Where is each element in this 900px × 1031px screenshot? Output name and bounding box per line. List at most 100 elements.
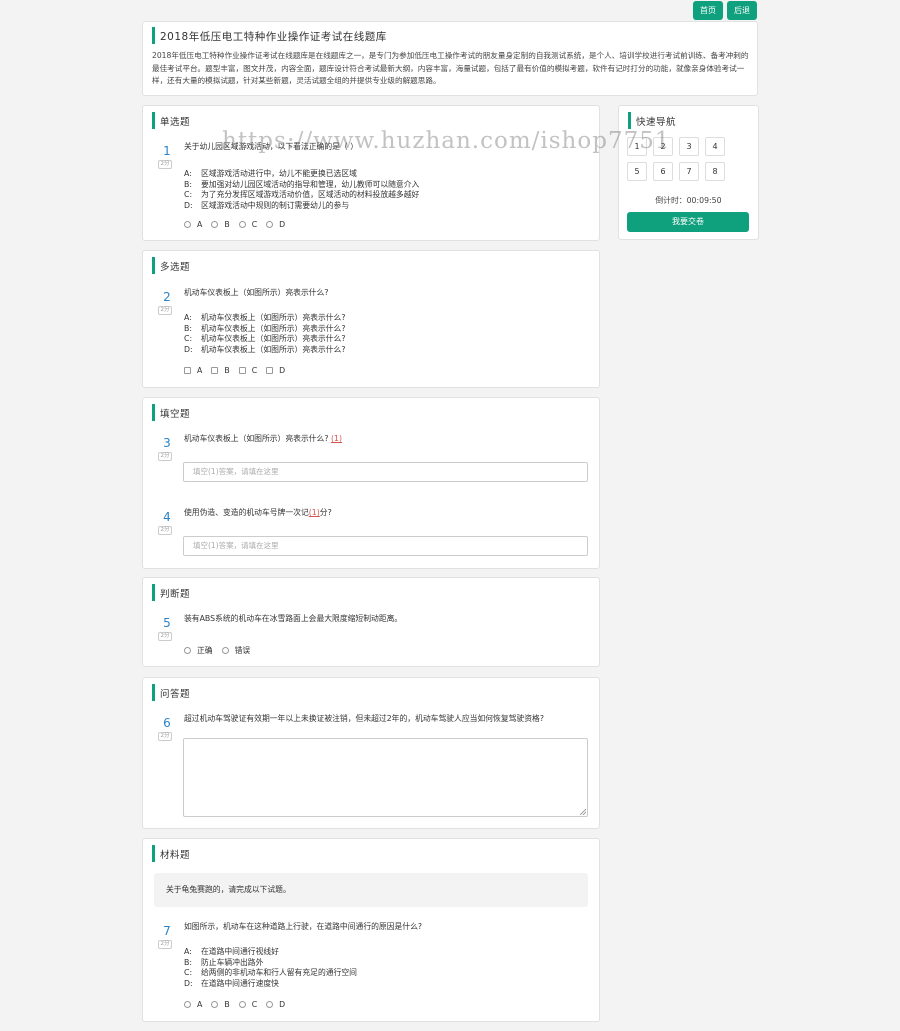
checkbox-icon[interactable]: [238, 367, 246, 374]
radio-icon[interactable]: [238, 1001, 246, 1008]
question-score: 2分: [158, 160, 172, 169]
section-title: 单选题: [148, 112, 190, 129]
question-score: 2分: [158, 306, 172, 315]
question-text: 机动车仪表板上（如图所示）亮表示什么? (1): [184, 434, 343, 443]
checkbox-option-b[interactable]: B: [211, 366, 230, 375]
submit-exam-button[interactable]: 我要交卷: [627, 212, 749, 232]
intro-card: 2018年低压电工特种作业操作证考试在线题库 2018年低压电工特种作业操作证考…: [142, 21, 758, 96]
answer-choices: A B C D: [184, 220, 294, 229]
radio-icon[interactable]: [184, 1001, 191, 1008]
radio-icon[interactable]: [184, 221, 191, 228]
material-text: 关于龟兔赛跑的，请完成以下试题。: [154, 873, 588, 907]
radio-icon[interactable]: [211, 221, 219, 228]
question-score: 2分: [158, 526, 172, 535]
checkbox-icon[interactable]: [266, 367, 274, 374]
option-item: A: 机动车仪表板上（如图所示）亮表示什么?: [184, 313, 346, 322]
question-number: 4: [163, 510, 171, 524]
nav-question-4[interactable]: 4: [705, 137, 725, 156]
section-title: 多选题: [148, 257, 190, 274]
fill-blank-section: 填空题 3 2分 机动车仪表板上（如图所示）亮表示什么? (1) 填空(1)答案…: [142, 397, 600, 569]
option-item: C: 为了充分发挥区域游戏活动价值，区域活动的材料投放越多越好: [184, 190, 420, 199]
option-list: A: 区域游戏活动进行中，幼儿不能更换已选区域 B: 要加强对幼儿园区域活动的指导和…: [184, 169, 419, 211]
question-score: 2分: [158, 452, 172, 461]
option-item: A: 在道路中间通行视线好: [184, 947, 279, 956]
option-item: D: 区域游戏活动中规则的制订需要幼儿的参与: [184, 200, 350, 210]
nav-question-8[interactable]: 8: [705, 162, 725, 181]
radio-option-a[interactable]: A: [184, 220, 202, 229]
nav-question-5[interactable]: 5: [627, 162, 647, 181]
checkbox-icon[interactable]: [211, 367, 219, 374]
countdown-timer: 倒计时：00:09:50: [655, 196, 722, 205]
checkbox-option-c[interactable]: C: [238, 366, 257, 375]
option-list: A: 机动车仪表板上（如图所示）亮表示什么? B: 机动车仪表板上（如图所示）亮表示…: [184, 313, 345, 355]
nav-question-3[interactable]: 3: [679, 137, 699, 156]
option-list: A: 在道路中间通行视线好 B: 防止车辆冲出路外 C: 给两侧的非机动车和行人留有充…: [184, 947, 357, 989]
question-score: 2分: [158, 940, 172, 949]
question-number: 5: [163, 616, 171, 630]
radio-icon[interactable]: [221, 647, 229, 654]
home-button[interactable]: 首页: [693, 1, 723, 20]
top-button-group: 首页 后退: [693, 1, 757, 20]
radio-option-c[interactable]: C: [238, 1000, 257, 1009]
radio-option-c[interactable]: C: [238, 220, 257, 229]
question-text: 机动车仪表板上（如图所示）亮表示什么?: [184, 288, 329, 297]
nav-question-7[interactable]: 7: [679, 162, 699, 181]
question-nav-grid: 1 2 3 4 5 6 7 8: [627, 137, 725, 181]
multiple-choice-section: 多选题 2 2分 机动车仪表板上（如图所示）亮表示什么? A: 机动车仪表板上（如…: [142, 250, 600, 388]
exam-description: 2018年低压电工特种作业操作证考试在线题库是在线题库之一，是专门为参加低压电工…: [152, 51, 749, 85]
option-item: A: 区域游戏活动进行中，幼儿不能更换已选区域: [184, 169, 357, 178]
radio-icon[interactable]: [266, 221, 274, 228]
option-item: B: 机动车仪表板上（如图所示）亮表示什么?: [184, 323, 346, 333]
checkbox-option-a[interactable]: A: [184, 366, 202, 375]
radio-icon[interactable]: [238, 221, 246, 228]
option-item: C: 机动车仪表板上（如图所示）亮表示什么?: [184, 334, 346, 343]
radio-option-d[interactable]: D: [266, 220, 285, 229]
exam-title: 2018年低压电工特种作业操作证考试在线题库: [148, 27, 387, 44]
question-text: 使用伪造、变造的机动车号牌一次记(1)分?: [184, 508, 332, 517]
quick-nav-panel: 快速导航 1 2 3 4 5 6 7 8 倒计时：00:09:50 我要交卷: [618, 105, 759, 240]
single-choice-section: 单选题 1 2分 关于幼儿园区域游戏活动，以下看法正确的是（ ） A: 区域游戏活…: [142, 105, 600, 241]
radio-icon[interactable]: [266, 1001, 274, 1008]
judge-section: 判断题 5 2分 装有ABS系统的机动车在冰雪路面上会最大限度缩短制动距离。 正…: [142, 577, 600, 667]
back-button[interactable]: 后退: [727, 1, 757, 20]
option-item: B: 防止车辆冲出路外: [184, 957, 264, 967]
option-item: C: 给两侧的非机动车和行人留有充足的通行空间: [184, 968, 357, 977]
radio-option-a[interactable]: A: [184, 1000, 202, 1009]
nav-question-6[interactable]: 6: [653, 162, 673, 181]
blank-answer-input[interactable]: 填空(1)答案，请填在这里: [183, 462, 588, 482]
question-text: 超过机动车驾驶证有效期一年以上未换证被注销，但未超过2年的，机动车驾驶人应当如何…: [184, 714, 544, 723]
question-text: 如图所示，机动车在这种道路上行驶，在道路中间通行的原因是什么?: [184, 922, 423, 931]
radio-option-true[interactable]: 正确: [184, 645, 213, 656]
essay-section: 问答题 6 2分 超过机动车驾驶证有效期一年以上未换证被注销，但未超过2年的，机…: [142, 677, 600, 829]
section-title: 问答题: [148, 684, 190, 701]
blank-answer-input[interactable]: 填空(1)答案，请填在这里: [183, 536, 588, 556]
section-title: 判断题: [148, 584, 190, 601]
material-section: 材料题 关于龟兔赛跑的，请完成以下试题。 7 2分 如图所示，机动车在这种道路上…: [142, 838, 600, 1022]
radio-icon[interactable]: [211, 1001, 219, 1008]
question-score: 2分: [158, 732, 172, 741]
question-text: 装有ABS系统的机动车在冰雪路面上会最大限度缩短制动距离。: [184, 614, 403, 623]
essay-answer-textarea[interactable]: [183, 738, 588, 817]
question-number: 7: [163, 924, 171, 938]
question-number: 6: [163, 716, 171, 730]
section-title: 材料题: [148, 845, 190, 862]
radio-option-d[interactable]: D: [266, 1000, 285, 1009]
question-score: 2分: [158, 632, 172, 641]
blank-marker: (1): [330, 434, 343, 443]
answer-choices: 正确 错误: [184, 645, 259, 656]
question-number: 2: [163, 290, 171, 304]
radio-option-b[interactable]: B: [211, 1000, 230, 1009]
radio-option-false[interactable]: 错误: [221, 645, 250, 656]
radio-icon[interactable]: [184, 647, 191, 654]
nav-question-2[interactable]: 2: [653, 137, 673, 156]
radio-option-b[interactable]: B: [211, 220, 230, 229]
question-number: 1: [163, 144, 171, 158]
checkbox-icon[interactable]: [184, 367, 191, 374]
answer-choices: A B C D: [184, 1000, 294, 1009]
question-number: 3: [163, 436, 171, 450]
checkbox-option-d[interactable]: D: [266, 366, 285, 375]
question-text: 关于幼儿园区域游戏活动，以下看法正确的是（ ）: [184, 142, 359, 151]
option-item: D: 在道路中间通行速度快: [184, 978, 279, 988]
section-title: 填空题: [148, 404, 190, 421]
nav-question-1[interactable]: 1: [627, 137, 647, 156]
